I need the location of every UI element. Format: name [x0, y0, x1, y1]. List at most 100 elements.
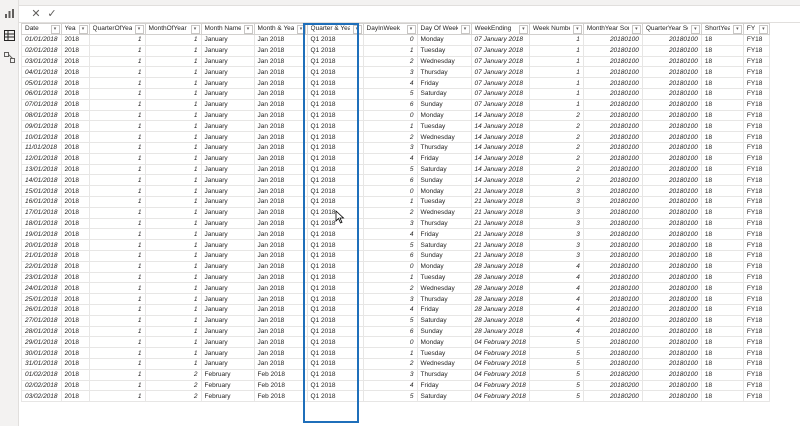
table-cell[interactable]: 18 — [700, 217, 744, 230]
table-row[interactable]: 21/01/2018 2018 1 1 January Jan 2018 Q1 2018 6 S… — [21, 249, 770, 262]
table-row[interactable]: 20/01/2018 2018 1 1 January Jan 2018 Q1 2018 5 S… — [21, 239, 770, 251]
table-cell[interactable]: 18 — [700, 109, 744, 122]
table-cell[interactable]: 6 — [362, 98, 418, 111]
table-cell[interactable]: 1 — [88, 314, 146, 327]
table-cell[interactable]: 1 — [88, 120, 146, 133]
table-cell[interactable]: January — [200, 152, 255, 165]
table-cell[interactable]: 18 — [700, 357, 744, 370]
data-view-icon[interactable] — [4, 30, 15, 41]
table-cell[interactable]: 1 — [88, 152, 146, 165]
table-cell[interactable]: 21 January 2018 — [470, 239, 530, 251]
table-cell[interactable]: 20180100 — [641, 163, 702, 176]
table-cell[interactable]: 2018 — [60, 206, 90, 219]
table-cell[interactable]: Jan 2018 — [253, 141, 308, 154]
table-row[interactable]: 13/01/2018 2018 1 1 January Jan 2018 Q1 2018 5 S… — [21, 163, 770, 176]
table-cell[interactable]: Jan 2018 — [253, 239, 308, 251]
table-cell[interactable]: January — [200, 217, 255, 230]
table-cell[interactable]: 1 — [144, 77, 202, 89]
table-cell[interactable]: FY18 — [742, 390, 770, 403]
column-header[interactable]: Week Number▾ — [528, 23, 584, 35]
table-cell[interactable]: FY18 — [742, 368, 770, 381]
table-cell[interactable]: January — [200, 228, 255, 241]
table-cell[interactable]: 04 February 2018 — [470, 368, 530, 381]
table-cell[interactable]: 1 — [144, 44, 202, 57]
table-cell[interactable]: 26/01/2018 — [21, 303, 62, 316]
table-cell[interactable]: 20180100 — [641, 347, 702, 359]
column-header[interactable]: DayInWeek ▾ — [362, 23, 418, 35]
table-cell[interactable]: FY18 — [742, 163, 770, 176]
table-cell[interactable]: 18 — [700, 379, 744, 392]
table-cell[interactable]: 1 — [88, 77, 146, 89]
table-cell[interactable]: 3 — [528, 228, 584, 241]
table-cell[interactable]: FY18 — [742, 249, 770, 262]
table-cell[interactable]: 30/01/2018 — [21, 347, 62, 359]
table-cell[interactable]: Q1 2018 — [306, 228, 364, 241]
table-cell[interactable]: 6 — [362, 249, 418, 262]
table-cell[interactable]: 1 — [144, 206, 202, 219]
table-cell[interactable]: 2018 — [60, 185, 90, 197]
table-row[interactable]: 08/01/2018 2018 1 1 January Jan 2018 Q1 2018 0 M… — [21, 109, 770, 122]
table-cell[interactable]: 14 January 2018 — [470, 163, 530, 176]
table-cell[interactable]: Jan 2018 — [253, 347, 308, 359]
table-cell[interactable]: January — [200, 303, 255, 316]
table-cell[interactable]: 20180100 — [582, 77, 643, 89]
table-cell[interactable]: Jan 2018 — [253, 66, 308, 79]
column-header[interactable]: Year▾ — [60, 23, 90, 35]
table-cell[interactable]: 4 — [362, 228, 418, 241]
table-cell[interactable]: Friday — [416, 303, 472, 316]
table-cell[interactable]: 18 — [700, 185, 744, 197]
table-cell[interactable]: FY18 — [742, 109, 770, 122]
table-cell[interactable]: 04/01/2018 — [21, 66, 62, 79]
table-cell[interactable]: 1 — [88, 66, 146, 79]
table-cell[interactable]: 20180100 — [582, 293, 643, 305]
table-cell[interactable]: Monday — [416, 109, 472, 122]
table-cell[interactable]: 18 — [700, 77, 744, 89]
table-cell[interactable]: January — [200, 44, 255, 57]
table-cell[interactable]: 2018 — [60, 131, 90, 143]
table-cell[interactable]: Wednesday — [416, 282, 472, 295]
table-cell[interactable]: Wednesday — [416, 206, 472, 219]
table-cell[interactable]: 1 — [528, 34, 584, 46]
table-cell[interactable]: 18 — [700, 239, 744, 251]
table-cell[interactable]: January — [200, 141, 255, 154]
table-cell[interactable]: Saturday — [416, 163, 472, 176]
filter-dropdown-icon[interactable]: ▾ — [134, 25, 144, 34]
table-cell[interactable]: Thursday — [416, 66, 472, 79]
table-cell[interactable]: FY18 — [742, 55, 770, 68]
table-cell[interactable]: January — [200, 325, 255, 338]
table-cell[interactable]: Q1 2018 — [306, 325, 364, 338]
table-cell[interactable]: FY18 — [742, 239, 770, 251]
table-cell[interactable]: 20180100 — [582, 174, 643, 187]
table-cell[interactable]: 1 — [144, 131, 202, 143]
table-cell[interactable]: 4 — [528, 282, 584, 295]
table-cell[interactable]: 20180100 — [582, 195, 643, 208]
table-cell[interactable]: January — [200, 185, 255, 197]
table-cell[interactable]: 5 — [362, 314, 418, 327]
table-cell[interactable]: 3 — [362, 293, 418, 305]
table-cell[interactable]: 2018 — [60, 239, 90, 251]
table-cell[interactable]: 18 — [700, 336, 744, 349]
table-cell[interactable]: 5 — [528, 379, 584, 392]
table-cell[interactable]: 20180100 — [641, 336, 702, 349]
table-cell[interactable]: February — [200, 379, 255, 392]
table-cell[interactable]: Feb 2018 — [253, 379, 308, 392]
table-cell[interactable]: 14 January 2018 — [470, 120, 530, 133]
table-cell[interactable]: FY18 — [742, 303, 770, 316]
table-cell[interactable]: 02/02/2018 — [21, 379, 62, 392]
table-cell[interactable]: 6 — [362, 325, 418, 338]
table-cell[interactable]: Q1 2018 — [306, 109, 364, 122]
table-row[interactable]: 26/01/2018 2018 1 1 January Jan 2018 Q1 2018 4 F… — [21, 303, 770, 316]
table-cell[interactable]: 20180100 — [641, 34, 702, 46]
table-cell[interactable]: 18 — [700, 98, 744, 111]
table-cell[interactable]: 01/01/2018 — [21, 34, 62, 46]
table-cell[interactable]: 11/01/2018 — [21, 141, 62, 154]
table-cell[interactable]: 1 — [144, 249, 202, 262]
table-row[interactable]: 23/01/2018 2018 1 1 January Jan 2018 Q1 2018 1 T… — [21, 271, 770, 284]
filter-dropdown-icon[interactable]: ▾ — [460, 25, 470, 34]
table-cell[interactable]: 2 — [528, 174, 584, 187]
table-row[interactable]: 17/01/2018 2018 1 1 January Jan 2018 Q1 2018 2 W… — [21, 206, 770, 219]
table-cell[interactable]: 2018 — [60, 293, 90, 305]
table-cell[interactable]: Jan 2018 — [253, 174, 308, 187]
table-cell[interactable]: 1 — [88, 325, 146, 338]
table-cell[interactable]: 4 — [528, 271, 584, 284]
